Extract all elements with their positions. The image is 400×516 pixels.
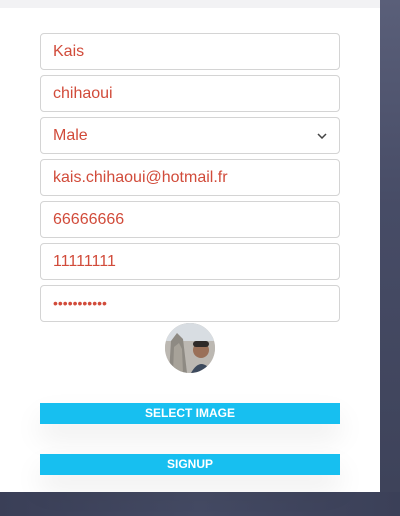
cin-input[interactable]: 11111111	[40, 243, 340, 280]
signup-button[interactable]: SIGNUP	[40, 454, 340, 475]
gender-select[interactable]: Male	[40, 117, 340, 154]
last-name-input[interactable]: chihaoui	[40, 75, 340, 112]
background-panel	[380, 0, 400, 516]
avatar	[165, 323, 215, 373]
phone-input[interactable]: 66666666	[40, 201, 340, 238]
email-input[interactable]: kais.chihaoui@hotmail.fr	[40, 159, 340, 196]
password-input[interactable]: •••••••••••	[40, 285, 340, 322]
background-footer	[0, 492, 400, 516]
chevron-down-icon	[317, 118, 327, 153]
gender-select-value: Male	[53, 127, 88, 144]
first-name-input[interactable]: Kais	[40, 33, 340, 70]
select-image-button[interactable]: SELECT IMAGE	[40, 403, 340, 424]
top-strip	[0, 0, 400, 8]
